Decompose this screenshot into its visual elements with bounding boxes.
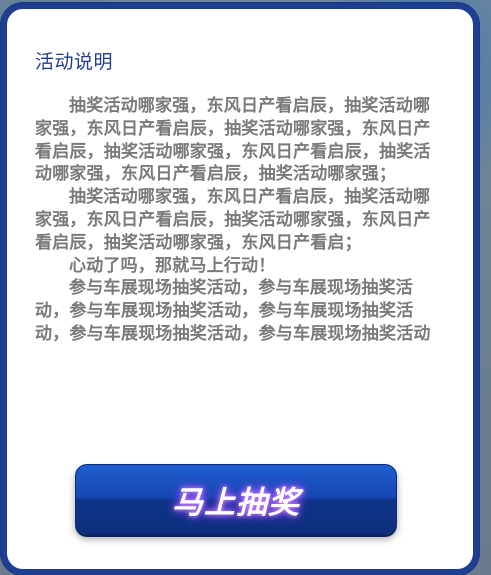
draw-now-button-label: 马上抽奖: [172, 484, 300, 521]
description-paragraph-3: 心动了吗，那就马上行动！: [69, 255, 276, 276]
description-paragraph-4: 参与车展现场抽奖活动，参与车展现场抽奖活动，参与车展现场抽奖活动，参与车展现场抽…: [35, 278, 431, 344]
description-content: 抽奖活动哪家强，东风日产看启辰，抽奖活动哪家强，东风日产看启辰，抽奖活动哪家强，…: [35, 95, 431, 346]
activity-description-panel: 活动说明 抽奖活动哪家强，东风日产看启辰，抽奖活动哪家强，东风日产看启辰，抽奖活…: [1, 3, 479, 575]
description-paragraph-1: 抽奖活动哪家强，东风日产看启辰，抽奖活动哪家强，东风日产看启辰，抽奖活动哪家强，…: [35, 96, 431, 185]
draw-button-wrap: 马上抽奖: [75, 464, 397, 534]
draw-now-button[interactable]: 马上抽奖: [75, 464, 397, 534]
description-paragraph-2: 抽奖活动哪家强，东风日产看启辰，抽奖活动哪家强，东风日产看启辰，抽奖活动哪家强，…: [35, 187, 431, 253]
panel-title: 活动说明: [35, 51, 114, 73]
